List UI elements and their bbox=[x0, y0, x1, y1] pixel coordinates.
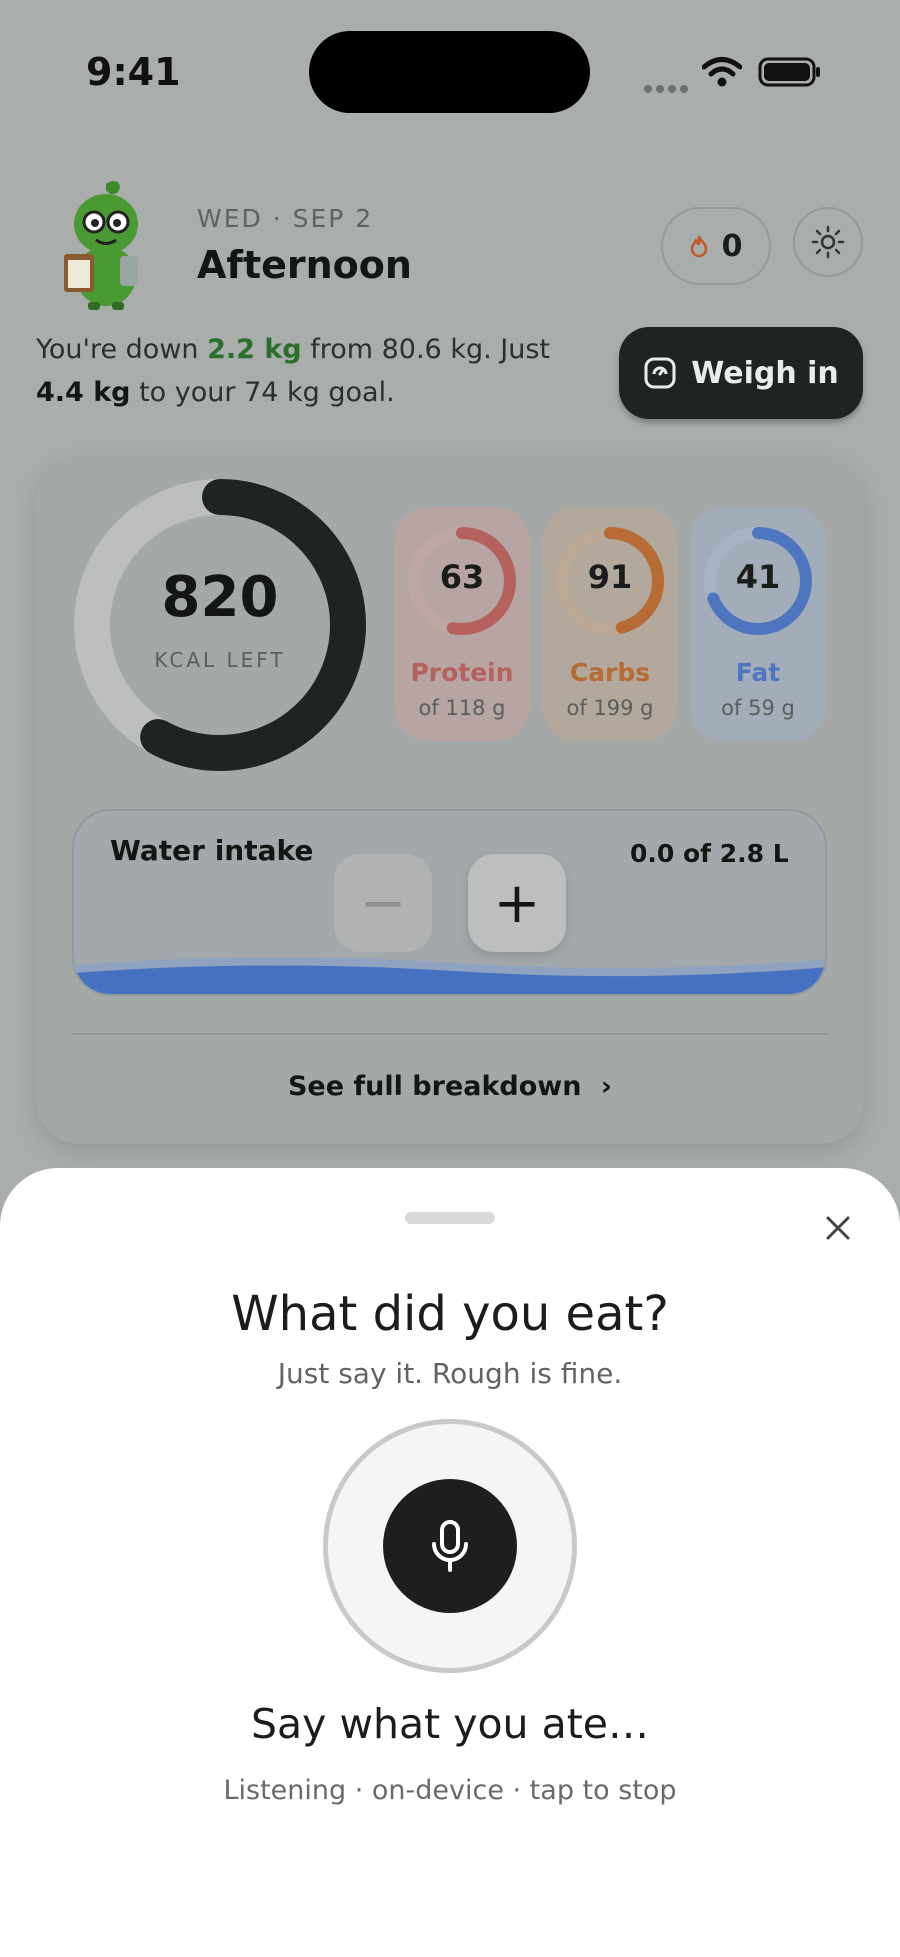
listening-status: Listening · on-device · tap to stop bbox=[223, 1775, 677, 1806]
fat-label: Fat bbox=[735, 658, 781, 687]
carbs-value: 91 bbox=[587, 558, 633, 596]
carbs-label: Carbs bbox=[569, 658, 651, 687]
carbs-target: of 199 g bbox=[566, 696, 654, 720]
streak-count: 0 bbox=[721, 228, 743, 264]
flame-icon bbox=[690, 235, 707, 257]
water-decrease-button[interactable]: − bbox=[334, 854, 432, 952]
theme-toggle-button[interactable] bbox=[793, 207, 863, 277]
water-increase-button[interactable]: + bbox=[468, 854, 566, 952]
calories-left-value: 820 bbox=[161, 565, 279, 630]
scale-icon bbox=[644, 357, 676, 389]
water-wave bbox=[74, 957, 825, 994]
chevron-right-icon: › bbox=[600, 1071, 613, 1102]
see-full-breakdown-link[interactable]: See full breakdown › bbox=[72, 1071, 828, 1102]
macro-fat-card[interactable]: 41 Fat of 59 g bbox=[690, 507, 826, 741]
voice-prompt: Say what you ate… bbox=[251, 1700, 649, 1748]
sheet-drag-handle[interactable] bbox=[405, 1212, 495, 1224]
macro-protein-card[interactable]: 63 Protein of 118 g bbox=[394, 507, 530, 741]
status-time: 9:41 bbox=[86, 50, 181, 94]
close-icon[interactable] bbox=[818, 1208, 858, 1248]
water-intake-amount: 0.0 of 2.8 L bbox=[630, 839, 789, 868]
wifi-icon bbox=[702, 57, 742, 87]
mic-button[interactable] bbox=[383, 1479, 517, 1613]
protein-target: of 118 g bbox=[418, 696, 506, 720]
sun-icon bbox=[811, 225, 845, 259]
signal-icon bbox=[644, 78, 692, 93]
battery-icon bbox=[758, 57, 820, 87]
weigh-in-label: Weigh in bbox=[691, 355, 839, 391]
dynamic-island bbox=[309, 31, 590, 113]
weight-lost: 2.2 kg bbox=[207, 334, 302, 365]
sheet-title: What did you eat? bbox=[231, 1286, 669, 1342]
avocado-mascot-icon bbox=[64, 181, 138, 310]
protein-label: Protein bbox=[410, 658, 514, 687]
sheet-subtitle: Just say it. Rough is fine. bbox=[277, 1357, 623, 1390]
weight-remaining: 4.4 kg bbox=[36, 377, 131, 408]
weigh-in-button[interactable]: Weigh in bbox=[619, 327, 863, 419]
weight-summary: You're down 2.2 kg from 80.6 kg. Just 4.… bbox=[36, 334, 550, 408]
greeting-title: Afternoon bbox=[197, 243, 412, 287]
fat-value: 41 bbox=[735, 558, 781, 596]
macro-carbs-card[interactable]: 91 Carbs of 199 g bbox=[542, 507, 678, 741]
protein-value: 63 bbox=[439, 558, 485, 596]
streak-button[interactable]: 0 bbox=[661, 207, 771, 285]
card-divider bbox=[72, 1033, 828, 1035]
fat-target: of 59 g bbox=[721, 696, 795, 720]
date-label: WED · SEP 2 bbox=[197, 204, 374, 233]
calories-left-label: KCAL LEFT bbox=[154, 648, 286, 672]
water-intake-title: Water intake bbox=[110, 834, 314, 867]
microphone-icon bbox=[432, 1520, 468, 1572]
